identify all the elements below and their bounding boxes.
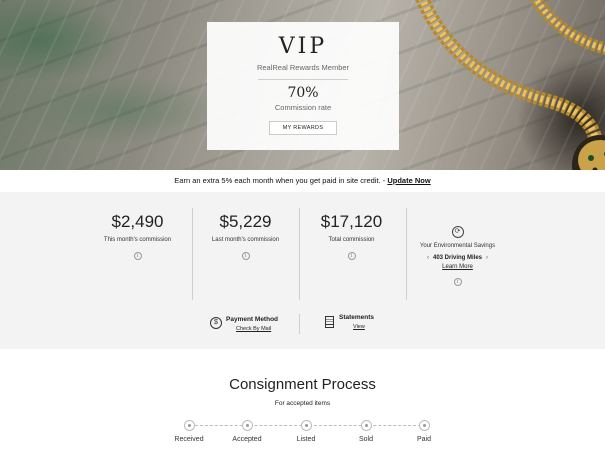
info-icon[interactable]: i [133, 252, 142, 260]
step-sold: Sold [336, 420, 396, 443]
environmental-savings: ⟳ Your Environmental Savings ‹ 403 Drivin… [405, 220, 510, 288]
stat-label: Total commission [328, 237, 375, 243]
step-accepted: Accepted [217, 420, 277, 443]
stat-label: Last month's commission [211, 237, 280, 243]
consignment-process-title: Consignment Process [229, 376, 376, 393]
my-rewards-button[interactable]: MY REWARDS [269, 121, 337, 135]
payment-method-title: Payment Method [226, 316, 279, 323]
step-label: Received [174, 436, 204, 443]
stat-total: $17,120 Total commission i [299, 212, 404, 262]
stat-value: $17,120 [320, 212, 383, 231]
stat-value: $5,229 [219, 212, 272, 231]
driving-miles-value: 403 Driving Miles [432, 255, 483, 261]
vip-tier-title: VIP [278, 34, 328, 59]
chevron-left-icon[interactable]: ‹ [423, 255, 433, 261]
member-label: RealReal Rewards Member [256, 63, 350, 72]
recycle-car-icon: ⟳ [451, 226, 464, 238]
info-icon[interactable]: i [241, 252, 250, 260]
step-label: Listed [296, 436, 316, 443]
document-icon [325, 316, 334, 328]
info-icon[interactable]: i [453, 278, 462, 286]
stat-label: This month's commission [103, 237, 172, 243]
promo-text: Earn an extra 5% each month when you get… [174, 176, 386, 185]
step-dot-icon [241, 420, 253, 431]
update-now-link[interactable]: Update Now [387, 176, 430, 185]
check-by-mail-link[interactable]: Check By Mail [236, 326, 271, 332]
info-icon[interactable]: i [347, 252, 356, 260]
learn-more-link[interactable]: Learn More [405, 264, 510, 270]
chevron-right-icon[interactable]: › [482, 255, 492, 261]
step-paid: Paid [394, 420, 454, 443]
statements-view-link[interactable]: View [353, 324, 365, 330]
commission-stats-panel: $2,490 This month's commission i $5,229 … [0, 192, 605, 349]
gold-chain-image [415, 0, 605, 170]
driving-miles: ‹ 403 Driving Miles › [405, 255, 510, 261]
step-label: Paid [416, 436, 431, 443]
dollar-icon: $ [210, 317, 222, 329]
step-label: Accepted [232, 436, 262, 443]
commission-rate-value: 70% [287, 85, 319, 101]
promo-banner: Earn an extra 5% each month when you get… [0, 170, 605, 192]
step-dot-icon [360, 420, 372, 431]
step-dot-icon [300, 420, 312, 431]
divider [299, 314, 300, 334]
stat-last-month: $5,229 Last month's commission i [193, 212, 298, 262]
step-listed: Listed [276, 420, 336, 443]
stat-value: $2,490 [111, 212, 164, 231]
statements-title: Statements [339, 314, 375, 321]
consignment-process-subtitle: For accepted items [274, 400, 331, 407]
hero-banner: VIP RealReal Rewards Member 70% Commissi… [0, 0, 605, 170]
vip-card: VIP RealReal Rewards Member 70% Commissi… [207, 22, 399, 150]
divider [258, 79, 348, 80]
step-dot-icon [183, 420, 195, 431]
step-label: Sold [358, 436, 373, 443]
commission-rate-label: Commission rate [274, 103, 332, 112]
environmental-label: Your Environmental Savings [419, 243, 496, 249]
step-received: Received [159, 420, 219, 443]
stat-this-month: $2,490 This month's commission i [85, 212, 190, 262]
step-dot-icon [418, 420, 430, 431]
